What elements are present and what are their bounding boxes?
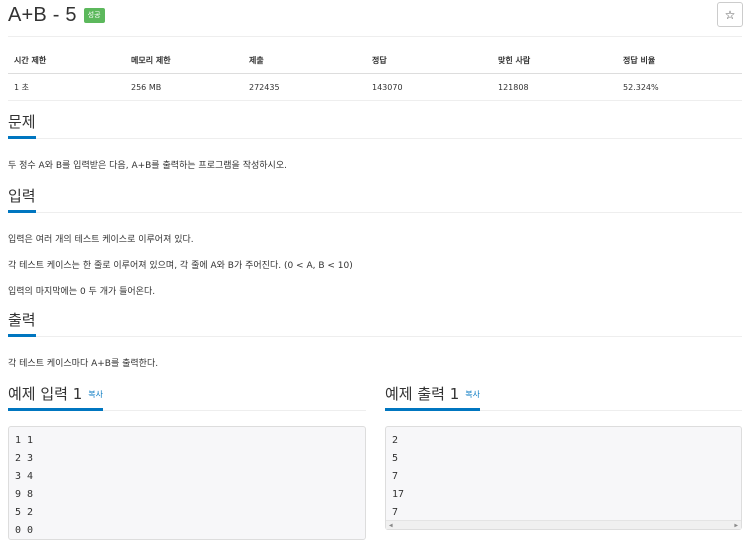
header-time-limit: 시간 제한 <box>8 47 125 74</box>
sample-input-line: 1 1 <box>15 435 34 446</box>
sample-output-line: 2 <box>392 435 399 446</box>
header-submissions: 제출 <box>243 47 366 74</box>
header-memory-limit: 메모리 제한 <box>125 47 243 74</box>
input-heading-bar: 입력 <box>8 185 742 213</box>
sample-input-box[interactable]: 1 1 2 3 3 4 9 8 5 2 0 0 <box>8 426 366 540</box>
sample-input-title: 예제 입력 1 <box>8 385 83 403</box>
input-line-2: 각 테스트 케이스는 한 줄로 이루어져 있으며, 각 줄에 A와 B가 주어진… <box>8 261 353 271</box>
sample-input-line: 3 4 <box>15 471 34 482</box>
value-time-limit: 1 초 <box>8 73 125 101</box>
header-ratio: 정답 비율 <box>617 47 742 74</box>
sample-input-heading: 예제 입력 1 복사 <box>8 383 104 411</box>
info-header-row: 시간 제한 메모리 제한 제출 정답 맞힌 사람 정답 비율 <box>8 47 742 74</box>
problem-heading-bar: 문제 <box>8 111 742 139</box>
input-heading: 입력 <box>8 185 36 213</box>
sample-output-heading-bar: 예제 출력 1 복사 <box>385 383 742 411</box>
sample-input-line: 0 0 <box>15 525 34 536</box>
output-heading-bar: 출력 <box>8 309 742 337</box>
value-memory-limit: 256 MB <box>125 73 243 101</box>
output-heading: 출력 <box>8 309 36 337</box>
sample-input-line: 5 2 <box>15 507 34 518</box>
header-solvers: 맞힌 사람 <box>492 47 617 74</box>
sample-output-copy-link[interactable]: 복사 <box>465 390 480 399</box>
output-section: 출력 <box>8 309 742 337</box>
page-title: A+B - 5 <box>8 3 77 26</box>
problem-info-table: 시간 제한 메모리 제한 제출 정답 맞힌 사람 정답 비율 1 초 256 M… <box>8 47 742 101</box>
input-section: 입력 <box>8 185 742 213</box>
problem-description: 두 정수 A와 B를 입력받은 다음, A+B를 출력하는 프로그램을 작성하시… <box>8 161 287 171</box>
sample-input-heading-bar: 예제 입력 1 복사 <box>8 383 366 411</box>
problem-section: 문제 <box>8 111 742 139</box>
info-value-row: 1 초 256 MB 272435 143070 121808 52.324% <box>8 73 742 101</box>
value-solvers: 121808 <box>492 73 617 101</box>
sample-output-heading: 예제 출력 1 복사 <box>385 383 481 411</box>
star-button[interactable]: ☆ <box>717 2 743 27</box>
problem-heading: 문제 <box>8 111 36 139</box>
sample-input-line: 2 3 <box>15 453 34 464</box>
title-row: A+B - 5 성공 <box>8 2 105 28</box>
input-line-3: 입력의 마지막에는 0 두 개가 들어온다. <box>8 287 156 297</box>
value-accepted: 143070 <box>366 73 492 101</box>
sample-input-line: 9 8 <box>15 489 34 500</box>
sample-output-line: 5 <box>392 453 399 464</box>
sample-input-copy-link[interactable]: 복사 <box>88 390 103 399</box>
scroll-left-arrow-icon[interactable]: ◀ <box>389 521 393 530</box>
star-icon: ☆ <box>724 7 736 22</box>
output-description: 각 테스트 케이스마다 A+B를 출력한다. <box>8 359 159 369</box>
value-ratio: 52.324% <box>617 73 742 101</box>
status-badge: 성공 <box>83 7 105 23</box>
horizontal-scrollbar[interactable]: ◀ ▶ <box>386 520 741 529</box>
header-accepted: 정답 <box>366 47 492 74</box>
scroll-right-arrow-icon[interactable]: ▶ <box>734 521 738 530</box>
sample-output-box[interactable]: 2 5 7 17 7 ◀ ▶ <box>385 426 742 530</box>
value-submissions: 272435 <box>243 73 366 101</box>
title-divider <box>8 36 742 37</box>
input-line-1: 입력은 여러 개의 테스트 케이스로 이루어져 있다. <box>8 235 194 245</box>
sample-output-line: 7 <box>392 471 399 482</box>
sample-output-title: 예제 출력 1 <box>385 385 460 403</box>
sample-output-line: 17 <box>392 489 405 500</box>
